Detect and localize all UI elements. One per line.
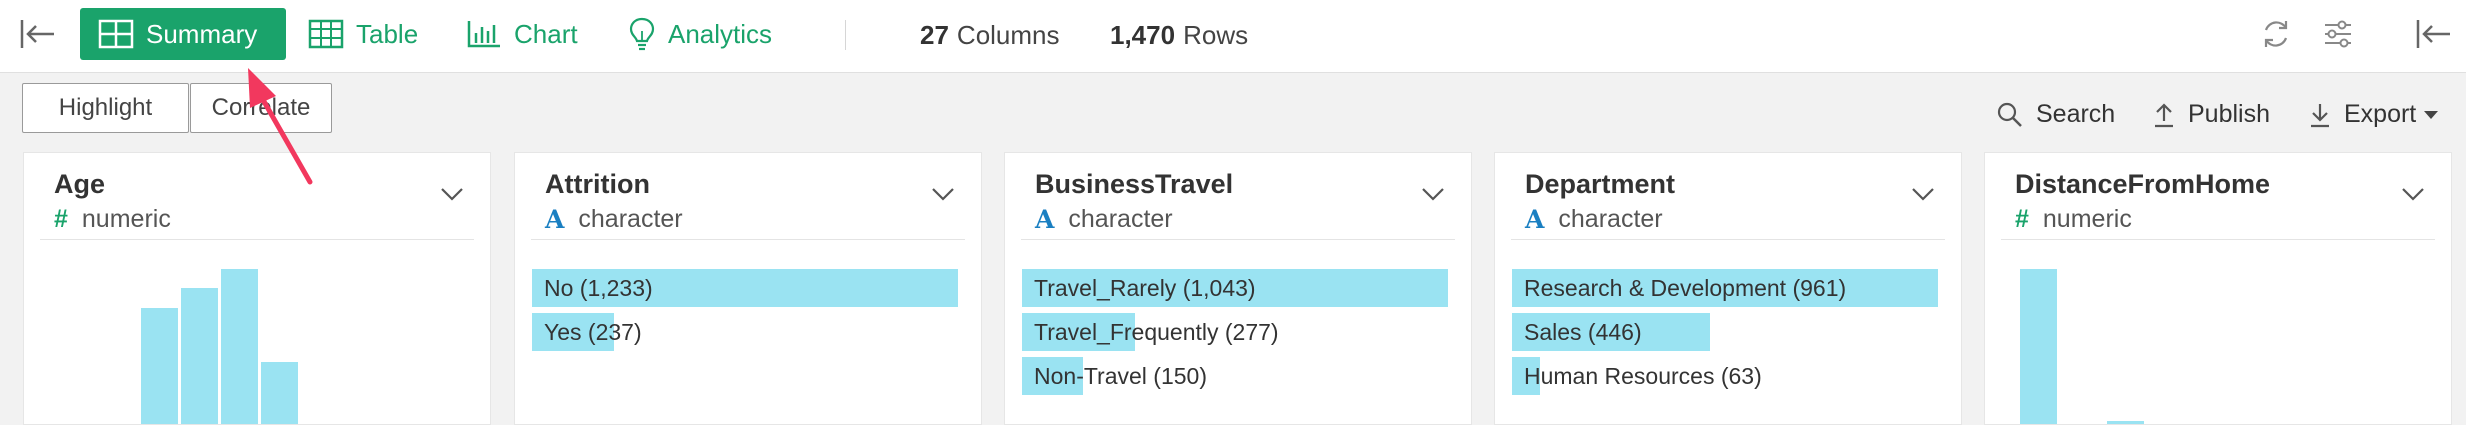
columns-count-value: 27: [920, 20, 949, 50]
value-bar-label: Non-Travel (150): [1034, 363, 1207, 389]
highlight-button[interactable]: Highlight: [22, 83, 189, 133]
column-type: # numeric: [54, 205, 171, 234]
histogram-bar[interactable]: [221, 269, 258, 424]
chevron-down-icon[interactable]: [1421, 187, 1445, 201]
histogram-bar[interactable]: [141, 308, 178, 424]
export-button[interactable]: Export: [2308, 100, 2450, 129]
column-name: Department: [1525, 169, 1676, 199]
column-card-attrition: Attrition A character No (1,233) Yes (237…: [514, 152, 982, 425]
column-type-label: character: [1558, 205, 1663, 233]
column-type: A character: [545, 205, 683, 234]
toolbar-divider: [845, 20, 846, 50]
caret-down-icon: [2424, 110, 2439, 120]
numeric-type-icon: #: [54, 205, 68, 233]
value-bar-row[interactable]: No (1,233): [532, 269, 958, 307]
collapse-left-icon[interactable]: [18, 16, 58, 52]
chart-icon: [466, 19, 502, 49]
column-type-label: numeric: [81, 205, 171, 233]
card-divider: [1021, 239, 1455, 240]
age-histogram: [24, 264, 490, 424]
value-bar-label: Yes (237): [544, 319, 642, 345]
column-name: Attrition: [545, 169, 650, 199]
character-type-icon: A: [545, 205, 565, 234]
histogram-bar[interactable]: [181, 288, 218, 424]
chevron-down-icon[interactable]: [1911, 187, 1935, 201]
view-tab-label: Summary: [146, 18, 258, 49]
publish-button[interactable]: Publish: [2152, 100, 2270, 129]
lightbulb-icon: [628, 16, 656, 52]
column-type-label: numeric: [2042, 205, 2132, 233]
value-bar-label: Travel_Rarely (1,043): [1034, 275, 1256, 301]
value-bar-row[interactable]: Research & Development (961): [1512, 269, 1938, 307]
value-bar-row[interactable]: Travel_Rarely (1,043): [1022, 269, 1448, 307]
upload-icon: [2152, 101, 2176, 129]
sliders-icon[interactable]: [2318, 16, 2358, 52]
column-card-businesstravel: BusinessTravel A character Travel_Rarely…: [1004, 152, 1472, 425]
column-type: A character: [1525, 205, 1663, 234]
search-button[interactable]: Search: [1996, 100, 2115, 129]
columns-count-label: Columns: [956, 20, 1060, 50]
publish-label: Publish: [2188, 100, 2270, 128]
download-icon: [2308, 101, 2332, 129]
column-card-department: Department A character Research & Develo…: [1494, 152, 1962, 425]
export-label: Export: [2344, 100, 2417, 128]
view-tab-chart[interactable]: Chart: [466, 8, 578, 60]
table-icon: [308, 19, 344, 49]
view-tab-label: Analytics: [668, 18, 773, 49]
card-divider: [1511, 239, 1945, 240]
column-card-age: Age # numeric: [23, 152, 491, 425]
column-type-label: character: [578, 205, 683, 233]
value-bar-label: Human Resources (63): [1524, 363, 1762, 389]
value-bar-row[interactable]: Human Resources (63): [1512, 357, 1938, 395]
value-frequency-bars: Travel_Rarely (1,043) Travel_Frequently (…: [1022, 269, 1448, 401]
value-bar-label: Research & Development (961): [1524, 275, 1847, 301]
numeric-type-icon: #: [2015, 205, 2029, 233]
histogram-bar[interactable]: [261, 362, 298, 424]
search-label: Search: [2036, 100, 2116, 128]
rows-count-label: Rows: [1183, 20, 1249, 50]
correlate-button[interactable]: Correlate: [190, 83, 332, 133]
histogram-bar[interactable]: [2020, 269, 2057, 424]
card-divider: [531, 239, 965, 240]
value-frequency-bars: No (1,233) Yes (237): [532, 269, 958, 357]
view-tab-label: Chart: [514, 18, 578, 49]
columns-count: 27 Columns: [920, 20, 1060, 51]
value-bar-row[interactable]: Travel_Frequently (277): [1022, 313, 1448, 351]
value-bar-label: No (1,233): [544, 275, 653, 301]
column-type: # numeric: [2015, 205, 2132, 234]
value-bar-row[interactable]: Sales (446): [1512, 313, 1938, 351]
column-name: BusinessTravel: [1035, 169, 1234, 199]
view-tab-label: Table: [356, 18, 419, 49]
chevron-down-icon[interactable]: [440, 187, 464, 201]
view-tab-table[interactable]: Table: [308, 8, 418, 60]
character-type-icon: A: [1035, 205, 1055, 234]
value-bar-label: Travel_Frequently (277): [1034, 319, 1279, 345]
search-icon: [1996, 101, 2024, 129]
refresh-icon[interactable]: [2256, 16, 2296, 52]
collapse-right-icon[interactable]: [2414, 16, 2454, 52]
value-bar-row[interactable]: Non-Travel (150): [1022, 357, 1448, 395]
column-card-distancefromhome: DistanceFromHome # numeric: [1984, 152, 2452, 425]
rows-count-value: 1,470: [1110, 20, 1176, 50]
view-tab-analytics[interactable]: Analytics: [628, 8, 772, 60]
value-bar-row[interactable]: Yes (237): [532, 313, 958, 351]
distance-histogram: [1985, 264, 2451, 424]
column-name: DistanceFromHome: [2015, 169, 2271, 199]
top-toolbar: Summary Table Chart Analytics 27 Columns…: [0, 0, 2466, 73]
chevron-down-icon[interactable]: [2401, 187, 2425, 201]
character-type-icon: A: [1525, 205, 1545, 234]
view-tab-summary[interactable]: Summary: [80, 8, 286, 60]
histogram-bar[interactable]: [2107, 421, 2144, 424]
value-frequency-bars: Research & Development (961) Sales (446) H…: [1512, 269, 1938, 401]
summary-grid-icon: [98, 19, 134, 49]
chevron-down-icon[interactable]: [931, 187, 955, 201]
card-divider: [2001, 239, 2435, 240]
column-type-label: character: [1068, 205, 1173, 233]
value-bar-label: Sales (446): [1524, 319, 1642, 345]
rows-count: 1,470 Rows: [1110, 20, 1248, 51]
column-type: A character: [1035, 205, 1173, 234]
column-name: Age: [54, 169, 106, 199]
card-divider: [40, 239, 474, 240]
